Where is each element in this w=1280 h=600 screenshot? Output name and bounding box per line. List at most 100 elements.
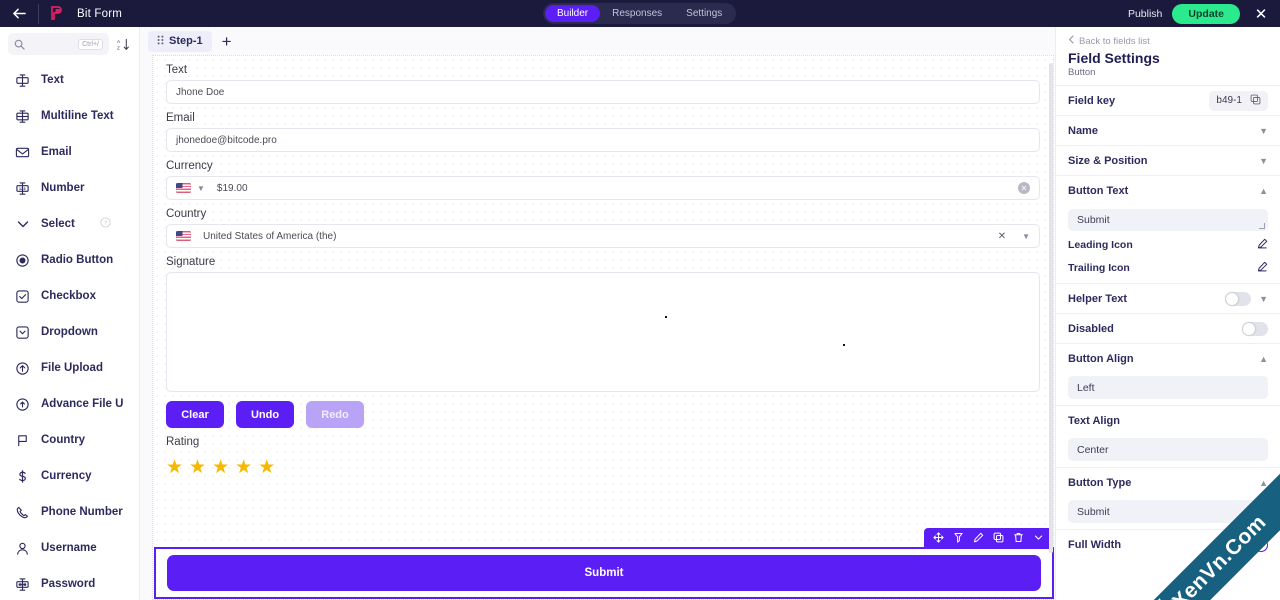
sidebar-item-password[interactable]: Password	[0, 566, 139, 600]
star-icon[interactable]: ★	[166, 456, 183, 479]
chevron-up-icon[interactable]: ▲	[1259, 478, 1268, 488]
chevron-down-icon[interactable]: ▼	[1259, 126, 1268, 136]
back-icon[interactable]	[0, 0, 38, 27]
copy-icon[interactable]	[1250, 94, 1261, 108]
size-position-section-row[interactable]: Size & Position ▼	[1056, 145, 1280, 175]
sidebar-item-username[interactable]: Username	[0, 530, 139, 566]
sidebar-item-label: Country	[41, 434, 86, 446]
label-icon[interactable]	[953, 532, 964, 543]
top-tabs: Builder Responses Settings	[543, 3, 737, 24]
publish-button[interactable]: Publish	[1128, 8, 1162, 20]
search-input[interactable]: Ctrl+/	[8, 33, 109, 55]
currency-input[interactable]: ▼ $19.00 ✕	[166, 176, 1040, 200]
update-button[interactable]: Update	[1172, 3, 1240, 24]
add-step-button[interactable]: +	[216, 33, 238, 50]
full-width-label: Full Width	[1068, 538, 1122, 551]
button-type-select[interactable]: Submit	[1068, 500, 1268, 523]
chevron-down-icon[interactable]: ▼	[197, 184, 205, 193]
chevron-down-icon[interactable]	[1033, 532, 1044, 543]
country-input[interactable]: United States of America (the) ✕ ▼	[166, 224, 1040, 248]
button-type-value: Submit	[1077, 505, 1110, 518]
chevron-down-icon[interactable]: ▼	[1259, 156, 1268, 166]
signature-redo-button[interactable]: Redo	[306, 401, 364, 428]
button-align-select[interactable]: Left	[1068, 376, 1268, 399]
sidebar-item-multiline-text[interactable]: Multiline Text	[0, 98, 139, 134]
sidebar-item-currency[interactable]: Currency	[0, 458, 139, 494]
svg-text:Z: Z	[117, 45, 120, 50]
button-text-section-row[interactable]: Button Text ▲	[1056, 175, 1280, 205]
field-key-row: Field key b49-1	[1056, 85, 1280, 115]
canvas-scrollbar[interactable]	[1049, 63, 1053, 553]
duplicate-icon[interactable]	[993, 532, 1004, 543]
name-section-row[interactable]: Name ▼	[1056, 115, 1280, 145]
sidebar-item-country[interactable]: Country	[0, 422, 139, 458]
signature-pad[interactable]	[166, 272, 1040, 392]
signature-undo-button[interactable]: Undo	[236, 401, 294, 428]
sidebar-item-number[interactable]: 123 Number	[0, 170, 139, 206]
sidebar-item-email[interactable]: Email	[0, 134, 139, 170]
field-type-list: Text Multiline Text Email 123 Number Sel…	[0, 58, 139, 600]
text-align-section-row[interactable]: Text Align	[1056, 405, 1280, 435]
multiline-text-icon	[14, 108, 31, 125]
chevron-up-icon[interactable]: ▲	[1259, 354, 1268, 364]
sidebar-item-dropdown[interactable]: Dropdown	[0, 314, 139, 350]
sort-az-icon[interactable]: AZ	[115, 38, 131, 51]
chevron-up-icon[interactable]: ▲	[1259, 186, 1268, 196]
back-to-fields-list[interactable]: Back to fields list	[1056, 27, 1280, 47]
star-icon[interactable]: ★	[189, 456, 206, 479]
field-key-value: b49-1	[1216, 95, 1242, 106]
close-icon[interactable]: ✕	[1250, 5, 1272, 23]
email-input[interactable]: jhonedoe@bitcode.pro	[166, 128, 1040, 152]
button-text-input[interactable]: Submit	[1068, 209, 1268, 231]
help-icon[interactable]: ?	[100, 217, 111, 231]
rating-stars[interactable]: ★ ★ ★ ★ ★	[166, 452, 1040, 479]
trash-icon[interactable]	[1013, 532, 1024, 543]
sidebar-item-phone-number[interactable]: Phone Number	[0, 494, 139, 530]
chevron-down-icon[interactable]: ▼	[1022, 232, 1030, 241]
edit-square-icon[interactable]	[1257, 238, 1268, 252]
sidebar-item-select[interactable]: Select ?	[0, 206, 139, 242]
search-icon	[14, 39, 25, 50]
sidebar-item-advance-file-upload[interactable]: Advance File U	[0, 386, 139, 422]
sidebar-item-label: Text	[41, 74, 64, 86]
disabled-toggle[interactable]	[1242, 321, 1268, 336]
button-type-section-row[interactable]: Button Type ▲	[1056, 467, 1280, 497]
sidebar-item-label: Radio Button	[41, 254, 114, 266]
field-settings-panel: Back to fields list Field Settings Butto…	[1055, 27, 1280, 600]
drag-handle-icon[interactable]	[157, 35, 164, 48]
edit-icon[interactable]	[973, 532, 984, 543]
clear-circle-icon[interactable]: ✕	[1018, 182, 1030, 194]
button-align-section-row[interactable]: Button Align ▲	[1056, 343, 1280, 373]
text-align-select[interactable]: Center	[1068, 438, 1268, 461]
step-tab-1[interactable]: Step-1	[148, 30, 212, 52]
star-icon[interactable]: ★	[212, 456, 229, 479]
sidebar-item-checkbox[interactable]: Checkbox	[0, 278, 139, 314]
phone-icon	[14, 504, 31, 521]
flag-icon	[14, 432, 31, 449]
sidebar-item-file-upload[interactable]: File Upload	[0, 350, 139, 386]
top-bar: Bit Form Builder Responses Settings Publ…	[0, 0, 1280, 27]
text-input[interactable]: Jhone Doe	[166, 80, 1040, 104]
clear-country-icon[interactable]: ✕	[998, 231, 1006, 242]
field-key-chip[interactable]: b49-1	[1209, 90, 1268, 111]
leading-icon-label: Leading Icon	[1068, 238, 1133, 251]
full-width-toggle[interactable]	[1242, 537, 1268, 552]
chevron-down-icon[interactable]: ▼	[1259, 294, 1268, 304]
sidebar-item-radio-button[interactable]: Radio Button	[0, 242, 139, 278]
advance-file-upload-icon	[14, 396, 31, 413]
tab-settings[interactable]: Settings	[674, 5, 734, 22]
sidebar-item-text[interactable]: Text	[0, 62, 139, 98]
submit-field-wrapper[interactable]: Submit	[154, 547, 1054, 599]
move-icon[interactable]	[933, 532, 944, 543]
sidebar-item-label: Checkbox	[41, 290, 96, 302]
submit-button[interactable]: Submit	[167, 555, 1041, 591]
text-align-value: Center	[1077, 443, 1109, 456]
star-icon[interactable]: ★	[258, 456, 275, 479]
star-icon[interactable]: ★	[235, 456, 252, 479]
signature-clear-button[interactable]: Clear	[166, 401, 224, 428]
helper-text-toggle[interactable]	[1225, 291, 1252, 306]
field-label: Email	[166, 112, 195, 124]
tab-responses[interactable]: Responses	[600, 5, 674, 22]
tab-builder[interactable]: Builder	[545, 5, 601, 22]
edit-square-icon[interactable]	[1257, 261, 1268, 275]
